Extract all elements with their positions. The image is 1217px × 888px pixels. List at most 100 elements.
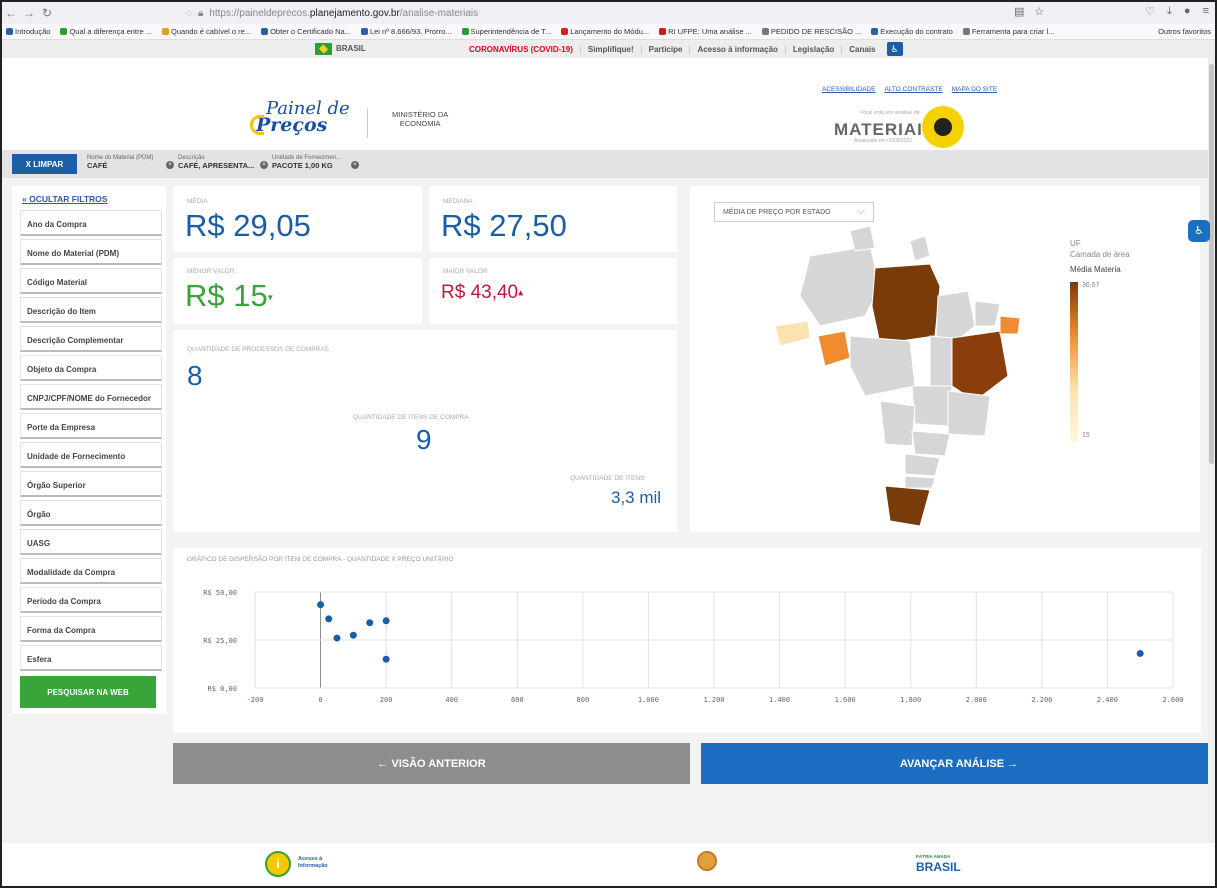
painel-precos-logo[interactable]: Painel de Preços [250, 100, 350, 135]
x-tick-label: 800 [577, 696, 590, 704]
filter-item[interactable]: Forma da Compra [20, 616, 162, 642]
filter-item[interactable]: Descrição Complementar [20, 326, 162, 352]
menu-icon[interactable]: ≡ [1203, 5, 1209, 18]
gov-link[interactable]: Simplifique! [579, 44, 641, 54]
globe-seal-icon [697, 851, 717, 871]
gov-link[interactable]: Legislação [784, 44, 841, 54]
bookmark-item[interactable]: Lançamento do Módu... [561, 27, 649, 36]
bookmark-favicon-icon [261, 28, 269, 35]
lock-icon: 🔒︎ [197, 7, 204, 19]
scrollbar-thumb[interactable] [1209, 64, 1214, 464]
x-tick-label: 600 [511, 696, 524, 704]
materials-icon [922, 106, 964, 148]
accessibility-float-icon[interactable]: ♿︎ [1188, 220, 1210, 242]
filter-item[interactable]: Código Material [20, 268, 162, 294]
card-media: MÉDIA R$ 29,05 [173, 186, 422, 252]
y-tick-label: R$ 25,00 [203, 637, 237, 645]
brasil-logo[interactable]: PÁTRIA AMADA BRASIL [914, 851, 961, 873]
next-analysis-button[interactable]: AVANÇAR ANÁLISE → [701, 743, 1215, 784]
x-tick-label: 1.200 [703, 696, 724, 704]
bookmark-item[interactable]: Quando é cabível o re... [162, 27, 251, 36]
filter-item[interactable]: Descrição do Item [20, 297, 162, 323]
scatter-point [382, 655, 390, 663]
x-tick-label: 2.000 [966, 696, 987, 704]
scatter-point [349, 631, 357, 639]
bookmark-favicon-icon [360, 28, 368, 35]
link-high-contrast[interactable]: ALTO CONTRASTE [884, 86, 942, 93]
map-region-ba [951, 330, 1009, 402]
filter-chip-description: Descrição CAFÉ, APRESENTA... [178, 155, 255, 170]
filter-item[interactable]: Unidade de Fornecimento [20, 442, 162, 468]
filter-item[interactable]: Órgão [20, 500, 162, 526]
bookmark-item[interactable]: Introdução [6, 27, 50, 36]
filter-item[interactable]: Nome do Material (PDM) [20, 239, 162, 265]
filter-item[interactable]: CNPJ/CPF/NOME do Fornecedor [20, 384, 162, 410]
bookmark-favicon-icon [461, 28, 469, 35]
bookmark-item[interactable]: Superintendência de T... [461, 27, 551, 36]
legend-min: 15 [1082, 432, 1090, 439]
bookmark-item[interactable]: Lei nº 8.666/93. Prorro... [360, 27, 452, 36]
link-accessibility[interactable]: ACESSIBILIDADE [822, 86, 875, 93]
filters-sidebar: « OCULTAR FILTROS PESQUISAR NA WEB Ano d… [12, 186, 166, 714]
filter-item[interactable]: Esfera [20, 645, 162, 671]
bookmark-item[interactable]: RI UFPE: Uma análise ... [659, 27, 752, 36]
search-web-button[interactable]: PESQUISAR NA WEB [20, 676, 156, 708]
filter-chip-unit: Unidade de Fornecimen... PACOTE 1,00 KG [272, 155, 342, 170]
filter-item[interactable]: Porte da Empresa [20, 413, 162, 439]
map-region-mt [849, 335, 916, 397]
remove-chip-icon[interactable]: × [260, 161, 268, 169]
bookmark-star-icon[interactable]: ☆ [1034, 5, 1044, 18]
clear-filters-button[interactable]: X LIMPAR [12, 154, 77, 174]
reload-icon[interactable]: ↻ [38, 6, 56, 20]
map-region-pa [871, 263, 941, 345]
back-icon[interactable]: ← [2, 6, 20, 20]
x-tick-label: 400 [445, 696, 458, 704]
brazil-flag-icon[interactable] [315, 43, 332, 55]
accessibility-icon[interactable]: ♿︎ [886, 42, 903, 56]
bookmark-item[interactable]: Ferramenta para criar l... [962, 27, 1054, 36]
bookmark-item[interactable]: Obter o Certificado Na... [261, 27, 351, 36]
x-tick-label: 2.400 [1097, 696, 1118, 704]
link-sitemap[interactable]: MAPA DO SITE [952, 86, 997, 93]
address-bar[interactable]: ◌ 🔒︎ https://paineldeprecos.planejamento… [186, 8, 478, 19]
map-region-am [799, 245, 881, 327]
x-tick-label: 1.800 [900, 696, 921, 704]
reader-mode-icon[interactable]: ▤ [1014, 5, 1024, 18]
hide-filters-link[interactable]: « OCULTAR FILTROS [22, 194, 107, 204]
card-map: MÉDIA DE PREÇO POR ESTADO ⌵ UF Camada de… [690, 186, 1200, 532]
remove-chip-icon[interactable]: × [351, 161, 359, 169]
filter-item[interactable]: Objeto da Compra [20, 355, 162, 381]
down-arrow-icon: ▾ [267, 292, 273, 304]
bookmark-item[interactable]: PEDIDO DE RESCISÃO ... [761, 27, 861, 36]
map-region-go [911, 385, 953, 427]
profile-icon[interactable]: ● [1184, 5, 1191, 18]
y-tick-label: R$ 50,00 [203, 589, 237, 597]
info-access-icon[interactable]: i [265, 851, 291, 877]
filter-item[interactable]: Período da Compra [20, 587, 162, 613]
filter-item[interactable]: Modalidade da Compra [20, 558, 162, 584]
pocket-icon[interactable]: ♡ [1145, 5, 1155, 18]
filter-item[interactable]: Órgão Superior [20, 471, 162, 497]
remove-chip-icon[interactable]: × [166, 161, 174, 169]
scatter-chart[interactable]: -200 0 200 400 600 800 1.000 1.200 1.400 1.600 1.8… [173, 548, 1201, 733]
filter-item[interactable]: UASG [20, 529, 162, 555]
filter-item[interactable]: Ano da Compra [20, 210, 162, 236]
download-icon[interactable]: ⤓ [1167, 5, 1172, 18]
x-tick-label: -200 [247, 696, 264, 704]
scatter-point [325, 615, 333, 623]
forward-icon[interactable]: → [20, 6, 38, 20]
bookmark-item[interactable]: Qual a diferença entre ... [60, 27, 152, 36]
bookmark-item[interactable]: Execução do contrato [871, 27, 953, 36]
card-mediana: MEDIANA R$ 27,50 [429, 186, 677, 252]
gov-link[interactable]: CORONAVÍRUS (COVID-19) [462, 45, 580, 54]
gov-brasil-link[interactable]: BRASIL [336, 44, 366, 53]
gov-link[interactable]: Acesso à informação [689, 44, 784, 54]
scatter-point [382, 617, 390, 625]
gov-bar: BRASIL CORONAVÍRUS (COVID-19) Simplifique… [2, 40, 1215, 58]
other-favorites[interactable]: Outros favoritos [1158, 27, 1211, 36]
map-region-sp [911, 430, 951, 457]
gov-link[interactable]: Canais [841, 44, 882, 54]
previous-view-button[interactable]: ← VISÃO ANTERIOR [173, 743, 690, 784]
processes-count: 8 [187, 360, 203, 391]
gov-link[interactable]: Participe [640, 44, 690, 54]
